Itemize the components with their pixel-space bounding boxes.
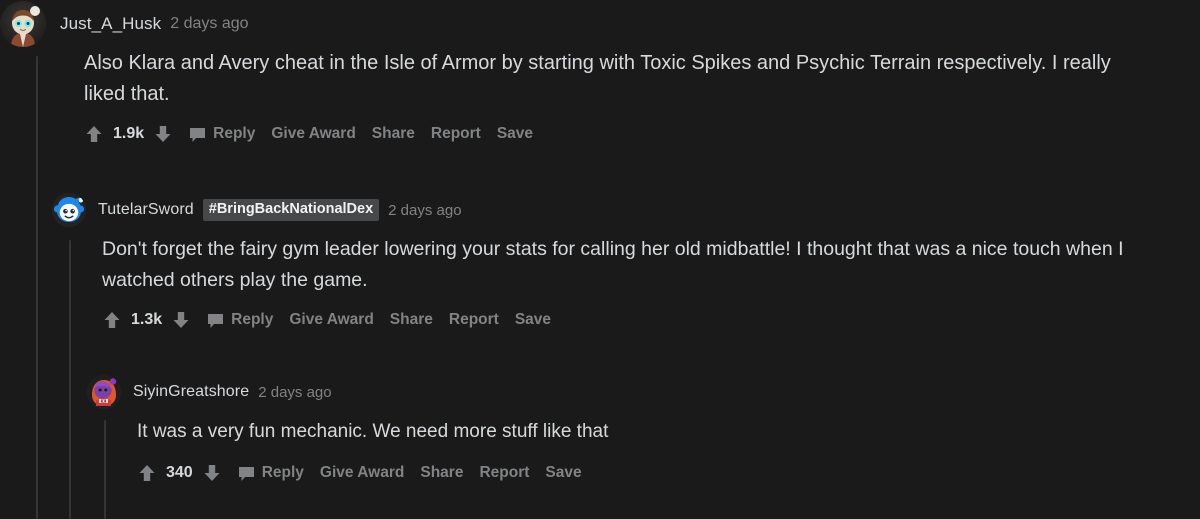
report-label: Report: [430, 125, 481, 142]
reply-button[interactable]: Reply: [238, 464, 304, 482]
comment-action-bar: 1.3k Reply Give Award Share Report Save: [102, 310, 1192, 330]
share-label: Share: [389, 311, 433, 328]
comment-action-bar: 1.9k Reply Give Award Share Report Save: [84, 124, 1190, 144]
downvote-button[interactable]: [153, 124, 173, 144]
upvote-icon: [86, 126, 102, 142]
avatar[interactable]: [52, 193, 86, 227]
reply-label: Reply: [213, 125, 256, 142]
upvote-icon: [104, 312, 120, 328]
comment-body: It was a very fun mechanic. We need more…: [137, 421, 609, 442]
comment-action-bar: 340 Reply Give Award Share Report Save: [137, 463, 1192, 483]
comment-timestamp: 2 days ago: [170, 15, 249, 32]
comment-author[interactable]: SiyinGreatshore: [133, 383, 249, 401]
upvote-button[interactable]: [84, 124, 104, 144]
downvote-button[interactable]: [171, 310, 191, 330]
comment-timestamp: 2 days ago: [388, 201, 462, 219]
share-button[interactable]: Share: [420, 464, 463, 482]
comment-bubble-icon: [238, 466, 254, 481]
save-label: Save: [545, 464, 582, 481]
give-award-button[interactable]: Give Award: [320, 464, 404, 482]
character-avatar-purple-orange-icon: [87, 375, 121, 409]
comment-header: TutelarSword #BringBackNationalDex 2 day…: [52, 193, 1192, 227]
share-label: Share: [371, 125, 415, 142]
vote-count: 1.9k: [113, 125, 145, 142]
give-award-button[interactable]: Give Award: [289, 311, 373, 329]
downvote-icon: [155, 126, 171, 142]
upvote-button[interactable]: [137, 463, 157, 483]
comment-body: Don't forget the fairy gym leader loweri…: [102, 238, 1124, 291]
comment-header: Just_A_Husk 2 days ago: [0, 1, 1190, 47]
save-button[interactable]: Save: [497, 125, 533, 143]
author-flair: #BringBackNationalDex: [202, 199, 380, 221]
give-award-label: Give Award: [271, 125, 356, 142]
comment-2: TutelarSword #BringBackNationalDex 2 day…: [52, 193, 1192, 330]
avatar[interactable]: [87, 375, 121, 409]
downvote-icon: [204, 465, 220, 481]
report-label: Report: [479, 464, 530, 481]
comment-1: Just_A_Husk 2 days ago Also Klara and Av…: [0, 1, 1190, 144]
snoo-avatar-blue-hair-icon: [52, 193, 86, 227]
avatar[interactable]: [0, 1, 46, 47]
save-label: Save: [514, 311, 552, 328]
comment-3: SiyinGreatshore 2 days ago It was a very…: [87, 375, 1192, 483]
vote-count: 1.3k: [131, 311, 163, 328]
comment-timestamp: 2 days ago: [258, 383, 332, 401]
upvote-icon: [139, 465, 155, 481]
reply-button[interactable]: Reply: [189, 125, 255, 143]
downvote-icon: [173, 312, 189, 328]
share-button[interactable]: Share: [390, 311, 433, 329]
upvote-button[interactable]: [102, 310, 122, 330]
reply-label: Reply: [261, 464, 304, 481]
report-button[interactable]: Report: [431, 125, 481, 143]
snoo-avatar-brown-jacket-icon: [0, 1, 46, 47]
vote-count: 340: [166, 464, 193, 481]
report-button[interactable]: Report: [479, 464, 529, 482]
share-button[interactable]: Share: [372, 125, 415, 143]
comment-header: SiyinGreatshore 2 days ago: [87, 375, 1192, 409]
report-button[interactable]: Report: [449, 311, 499, 329]
comment-body: Also Klara and Avery cheat in the Isle o…: [84, 52, 1111, 105]
save-label: Save: [496, 125, 534, 142]
comment-thread: Just_A_Husk 2 days ago Also Klara and Av…: [0, 0, 1200, 519]
give-award-label: Give Award: [319, 464, 405, 481]
comment-bubble-icon: [190, 127, 206, 142]
reply-label: Reply: [231, 311, 274, 328]
report-label: Report: [448, 311, 499, 328]
comment-author[interactable]: TutelarSword: [98, 201, 194, 219]
save-button[interactable]: Save: [545, 464, 581, 482]
give-award-button[interactable]: Give Award: [271, 125, 355, 143]
share-label: Share: [420, 464, 464, 481]
downvote-button[interactable]: [202, 463, 222, 483]
comment-bubble-icon: [208, 313, 224, 328]
save-button[interactable]: Save: [515, 311, 551, 329]
reply-button[interactable]: Reply: [207, 311, 273, 329]
give-award-label: Give Award: [289, 311, 374, 328]
comment-author[interactable]: Just_A_Husk: [60, 14, 161, 34]
